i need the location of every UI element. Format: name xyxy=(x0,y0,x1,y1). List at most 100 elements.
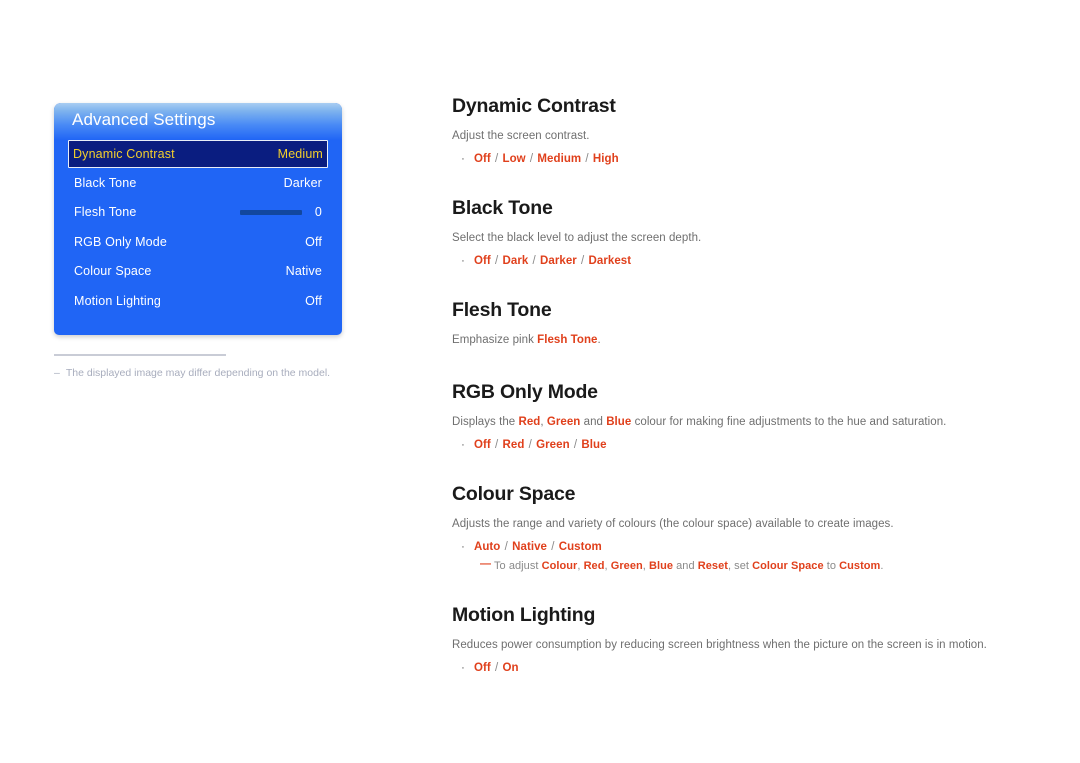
osd-row-label: Dynamic Contrast xyxy=(73,147,175,161)
osd-menu-list: Dynamic Contrast Medium Black Tone Darker Fl… xyxy=(54,140,342,316)
osd-row-motion-lighting[interactable]: Motion Lighting Off xyxy=(74,286,322,316)
osd-row-flesh-tone[interactable]: Flesh Tone 0 xyxy=(74,198,322,228)
option-separator: / xyxy=(577,254,588,267)
emphasis-term: Colour xyxy=(541,559,578,572)
section-heading: Dynamic Contrast xyxy=(452,95,616,117)
text-run: To adjust xyxy=(494,559,542,572)
osd-header: Advanced Settings xyxy=(54,103,342,140)
emphasis-term: Colour Space xyxy=(752,559,824,572)
section-heading: Motion Lighting xyxy=(452,603,596,626)
osd-row-dynamic-contrast[interactable]: Dynamic Contrast Medium xyxy=(68,140,328,168)
footnote-divider xyxy=(54,354,226,356)
option-value: Darkest xyxy=(588,254,632,267)
option-separator: / xyxy=(570,438,581,451)
footnote-block: – The displayed image may differ dependi… xyxy=(54,354,354,381)
option-value: Low xyxy=(502,152,526,165)
option-separator: / xyxy=(547,540,558,553)
option-separator: / xyxy=(529,254,540,267)
osd-row-label: RGB Only Mode xyxy=(74,234,167,249)
option-values: Off / Dark / Darker / Darkest xyxy=(474,255,631,267)
section-rgb-only-mode: RGB Only Mode Displays the Red, Green and… xyxy=(452,380,1022,451)
option-value: Custom xyxy=(558,540,602,553)
option-separator: / xyxy=(582,152,592,165)
section-motion-lighting: Motion Lighting Reduces power consumption… xyxy=(452,603,1022,674)
option-value: Red xyxy=(502,438,525,451)
footnote-dash-icon: – xyxy=(54,367,60,379)
text-run: and xyxy=(673,559,698,572)
osd-row-black-tone[interactable]: Black Tone Darker xyxy=(74,168,322,198)
option-separator: / xyxy=(525,438,536,451)
note-dash-icon: — xyxy=(480,557,492,570)
osd-row-label: Black Tone xyxy=(74,175,137,190)
osd-row-value-wrap: Darker xyxy=(284,176,322,190)
osd-row-label: Flesh Tone xyxy=(74,205,137,220)
section-description: Adjust the screen contrast. xyxy=(452,130,590,143)
emphasis-term: Red xyxy=(518,416,541,429)
option-value: Off xyxy=(474,254,491,267)
option-separator: / xyxy=(491,661,502,674)
osd-row-value: Darker xyxy=(283,175,322,190)
option-value: Darker xyxy=(540,254,577,267)
emphasis-term: Custom xyxy=(839,559,881,572)
bullet-icon: · xyxy=(461,152,465,165)
section-heading: RGB Only Mode xyxy=(452,380,598,403)
section-heading: Black Tone xyxy=(452,196,553,219)
option-value: Native xyxy=(512,540,547,553)
option-list: · Auto / Native / Custom xyxy=(452,541,1022,553)
text-run: to xyxy=(823,559,840,572)
bullet-icon: · xyxy=(461,661,465,674)
note-text: To adjust Colour, Red, Green, Blue and R… xyxy=(494,560,884,572)
option-values: Auto / Native / Custom xyxy=(474,541,602,553)
option-value: Off xyxy=(474,152,491,165)
option-value: Off xyxy=(474,661,491,674)
footnote: – The displayed image may differ dependi… xyxy=(54,367,354,381)
osd-row-rgb-only-mode[interactable]: RGB Only Mode Off xyxy=(74,227,322,257)
osd-row-value-wrap: Medium xyxy=(278,147,323,161)
text-run: colour for making fine adjustments to th… xyxy=(631,416,947,429)
bullet-icon: · xyxy=(461,540,465,553)
section-heading: Colour Space xyxy=(452,482,576,505)
emphasis-term: Green xyxy=(546,416,581,429)
text-run: and xyxy=(580,416,607,429)
osd-row-value-wrap: Off xyxy=(305,235,322,249)
text-run: . xyxy=(880,559,884,572)
section-dynamic-contrast: Dynamic Contrast Adjust the screen contra… xyxy=(452,95,1022,165)
option-value: Medium xyxy=(537,152,582,165)
emphasis-term: Red xyxy=(583,559,605,572)
option-value: High xyxy=(592,152,619,165)
section-heading: Flesh Tone xyxy=(452,298,552,321)
option-separator: / xyxy=(501,540,512,553)
osd-slider-track[interactable] xyxy=(240,209,302,215)
osd-row-colour-space[interactable]: Colour Space Native xyxy=(74,257,322,287)
section-flesh-tone: Flesh Tone Emphasize pink Flesh Tone. xyxy=(452,298,1022,349)
text-run: Emphasize pink xyxy=(452,334,538,347)
section-note: — To adjust Colour, Red, Green, Blue and … xyxy=(480,557,1022,572)
emphasis-term: Blue xyxy=(648,559,674,572)
section-description: Adjusts the range and variety of colours… xyxy=(452,518,894,531)
option-separator: / xyxy=(491,438,502,451)
osd-menu-panel: Advanced Settings Dynamic Contrast Medium… xyxy=(54,103,342,335)
osd-row-value: 0 xyxy=(314,205,322,220)
option-values: Off / Low / Medium / High xyxy=(474,153,619,165)
option-values: Off / Red / Green / Blue xyxy=(474,439,607,451)
option-values: Off / On xyxy=(474,662,519,674)
option-separator: / xyxy=(491,254,502,267)
footnote-text: The displayed image may differ depending… xyxy=(65,367,331,379)
documentation-column: Dynamic Contrast Adjust the screen contra… xyxy=(452,95,1022,674)
text-run: . xyxy=(597,334,601,347)
option-value: Blue xyxy=(581,438,607,451)
osd-row-label: Motion Lighting xyxy=(74,293,162,308)
emphasis-term: Green xyxy=(610,559,643,572)
section-black-tone: Black Tone Select the black level to adju… xyxy=(452,196,1022,267)
bullet-icon: · xyxy=(461,254,465,267)
option-list: · Off / On xyxy=(452,662,1022,674)
osd-row-value: Medium xyxy=(277,147,323,161)
osd-row-value-wrap: Native xyxy=(286,264,322,278)
section-description: Displays the Red, Green and Blue colour … xyxy=(452,415,1022,431)
section-description: Reduces power consumption by reducing sc… xyxy=(452,639,987,652)
option-value: Auto xyxy=(474,540,501,553)
